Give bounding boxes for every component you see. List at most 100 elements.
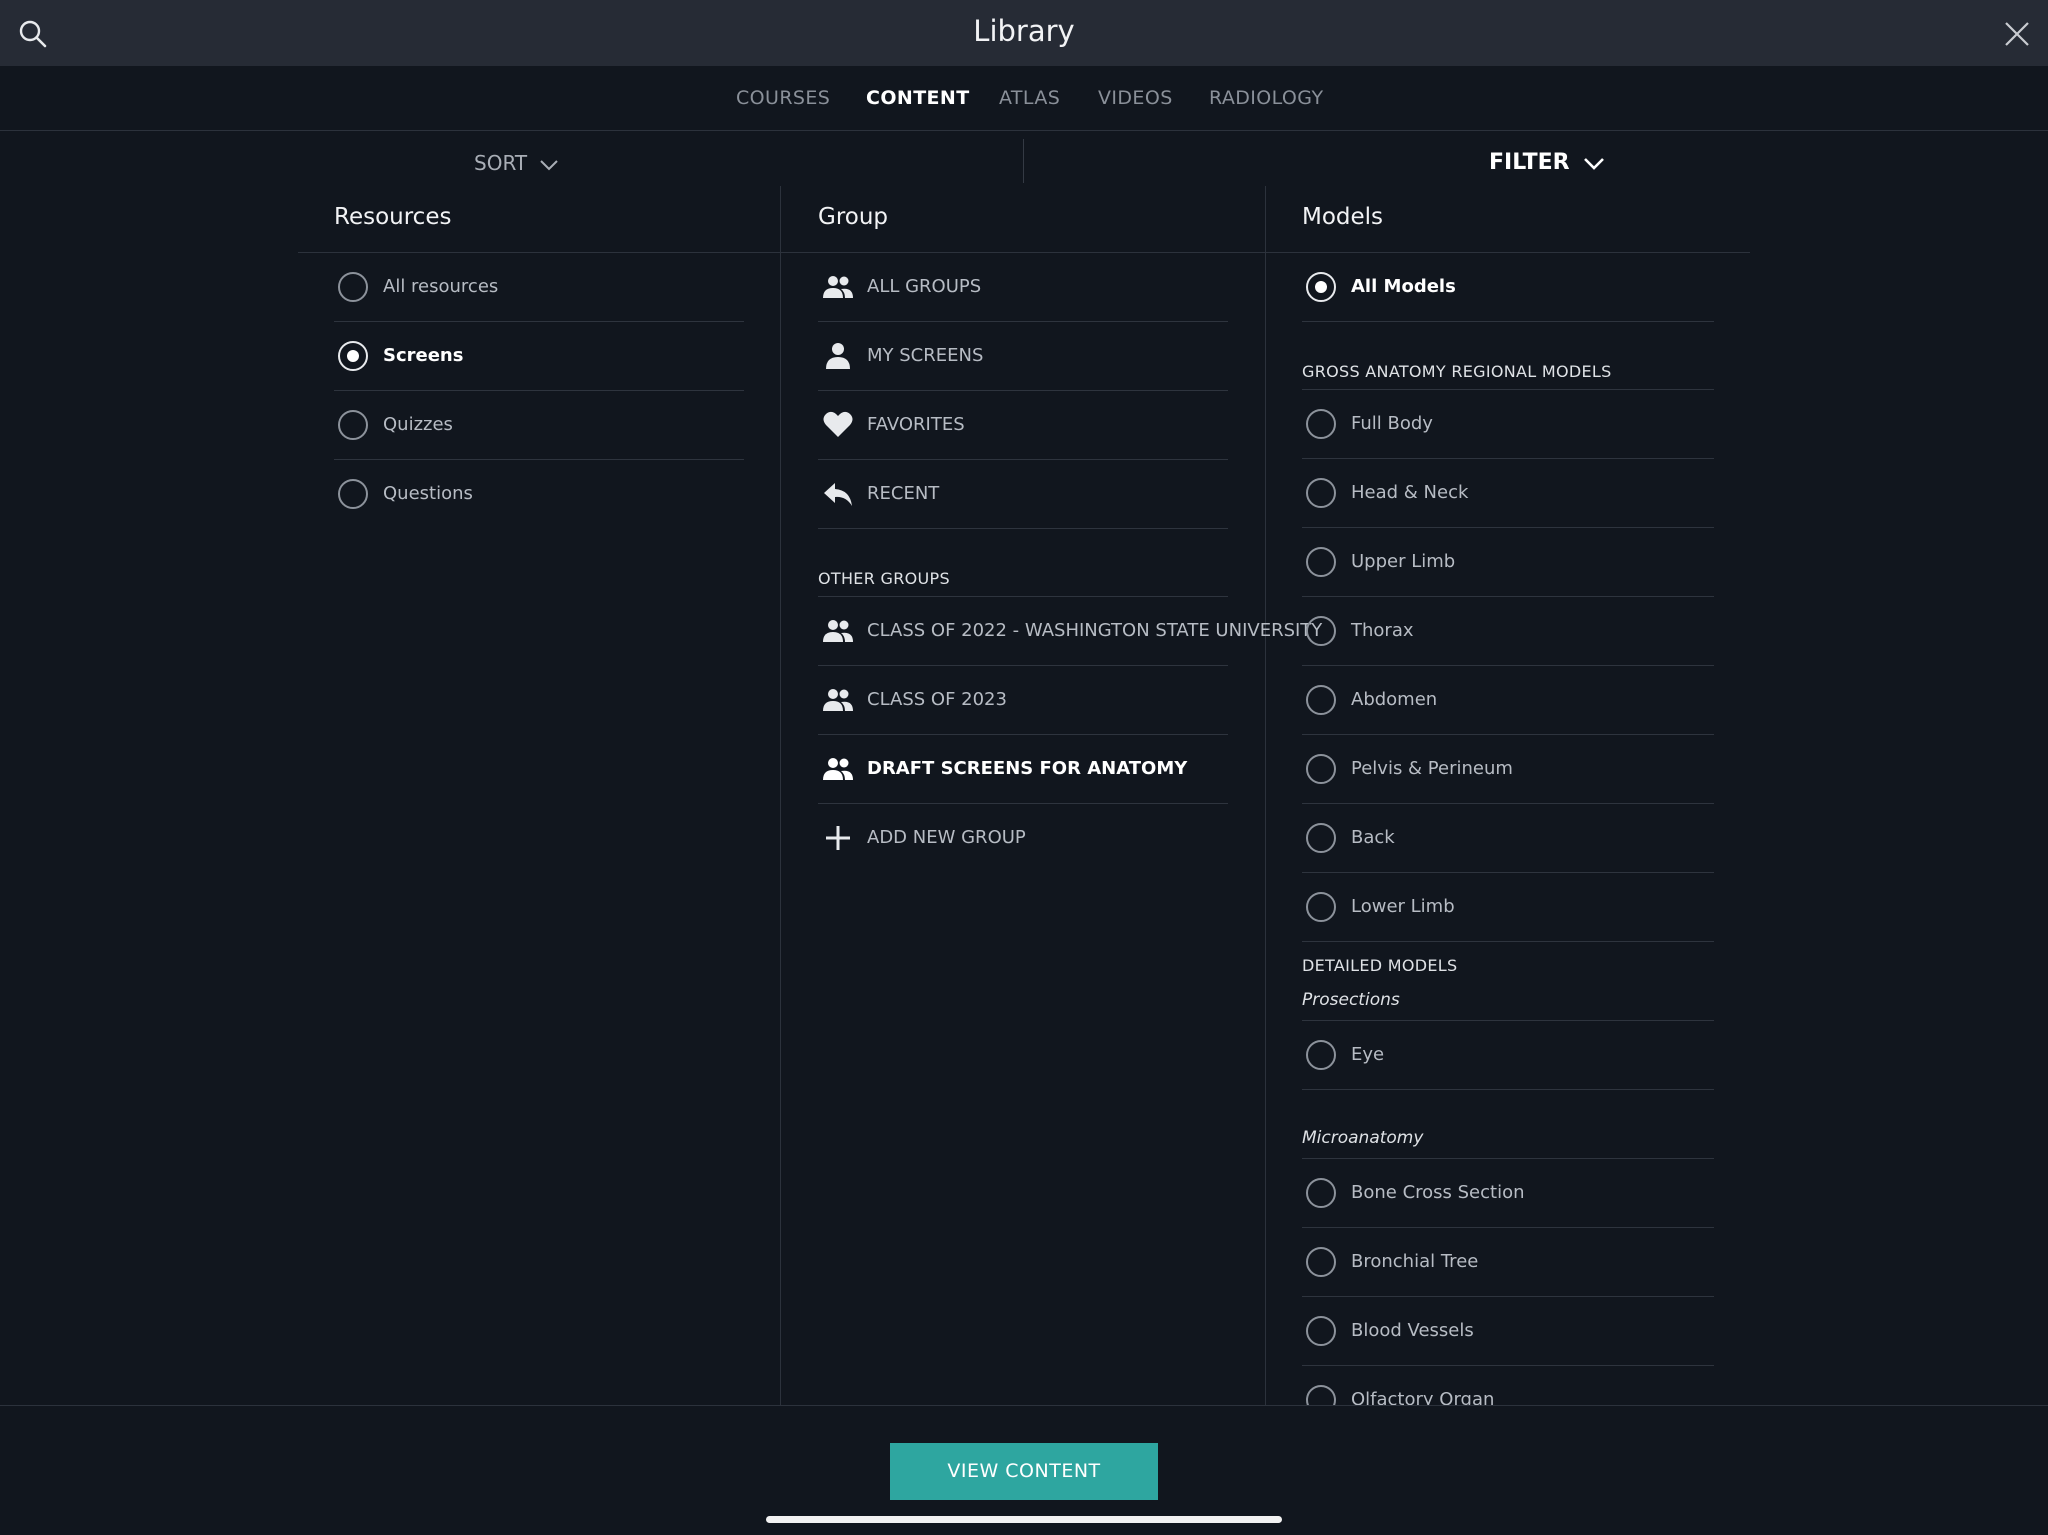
model-option-thorax[interactable]: Thorax xyxy=(1302,597,1714,666)
group-item-favorites[interactable]: FAVORITES xyxy=(818,391,1228,460)
resource-label: Screens xyxy=(383,345,464,366)
radio-button[interactable] xyxy=(1306,409,1336,439)
radio-button[interactable] xyxy=(1306,1178,1336,1208)
radio-button[interactable] xyxy=(1306,892,1336,922)
model-label: Abdomen xyxy=(1351,689,1438,710)
resources-heading: Resources xyxy=(334,204,452,230)
model-option-bone-cross-section[interactable]: Bone Cross Section xyxy=(1302,1159,1714,1228)
group-item-class-2023[interactable]: CLASS OF 2023 xyxy=(818,666,1228,735)
people-icon xyxy=(823,689,853,711)
model-option-olfactory-organ[interactable]: Olfactory Organ xyxy=(1302,1366,1714,1405)
radio-button[interactable] xyxy=(1306,685,1336,715)
model-label: Pelvis & Perineum xyxy=(1351,758,1513,779)
group-heading: Group xyxy=(818,204,889,230)
model-label: Bone Cross Section xyxy=(1351,1182,1525,1203)
resource-label: All resources xyxy=(383,276,499,297)
gross-anatomy-heading: GROSS ANATOMY REGIONAL MODELS xyxy=(1302,362,1612,381)
radio-button[interactable] xyxy=(1306,1247,1336,1277)
radio-button[interactable] xyxy=(1306,478,1336,508)
model-option-head-neck[interactable]: Head & Neck xyxy=(1302,459,1714,528)
model-option-lower-limb[interactable]: Lower Limb xyxy=(1302,873,1714,942)
resource-option-questions[interactable]: Questions xyxy=(334,460,744,529)
microanatomy-heading: Microanatomy xyxy=(1302,1128,1424,1148)
model-label: Full Body xyxy=(1351,413,1433,434)
group-label: RECENT xyxy=(867,483,940,504)
reply-arrow-icon xyxy=(824,483,852,506)
people-icon xyxy=(823,276,853,298)
close-icon[interactable] xyxy=(2002,19,2032,49)
model-option-bronchial-tree[interactable]: Bronchial Tree xyxy=(1302,1228,1714,1297)
model-label: Olfactory Organ xyxy=(1351,1389,1495,1405)
heart-icon xyxy=(823,411,853,437)
group-item-all-groups[interactable]: ALL GROUPS xyxy=(818,253,1228,322)
chevron-down-icon xyxy=(1584,158,1605,170)
radio-button[interactable] xyxy=(1306,754,1336,784)
model-option-abdomen[interactable]: Abdomen xyxy=(1302,666,1714,735)
model-option-pelvis-perineum[interactable]: Pelvis & Perineum xyxy=(1302,735,1714,804)
tab-content[interactable]: CONTENT xyxy=(866,87,970,109)
tab-courses[interactable]: COURSES xyxy=(736,87,830,109)
group-item-draft-screens[interactable]: DRAFT SCREENS FOR ANATOMY xyxy=(818,735,1228,804)
home-indicator xyxy=(766,1516,1282,1523)
model-option-full-body[interactable]: Full Body xyxy=(1302,390,1714,459)
group-label: ALL GROUPS xyxy=(867,276,982,297)
group-item-recent[interactable]: RECENT xyxy=(818,460,1228,529)
group-label: FAVORITES xyxy=(867,414,965,435)
radio-button[interactable] xyxy=(338,272,368,302)
model-label: Thorax xyxy=(1351,620,1414,641)
models-heading: Models xyxy=(1302,204,1384,230)
top-bar: Library xyxy=(0,0,2048,66)
sort-label: SORT xyxy=(474,151,528,175)
group-item-class-2022[interactable]: CLASS OF 2022 - WASHINGTON STATE UNIVERS… xyxy=(818,597,1322,666)
radio-button[interactable] xyxy=(1306,1385,1336,1405)
model-label: All Models xyxy=(1351,276,1456,297)
plus-icon xyxy=(826,826,850,850)
filter-label: FILTER xyxy=(1489,150,1570,175)
model-option-eye[interactable]: Eye xyxy=(1302,1021,1714,1090)
column-divider xyxy=(780,186,781,1406)
tab-videos[interactable]: VIDEOS xyxy=(1098,87,1173,109)
group-item-my-screens[interactable]: MY SCREENS xyxy=(818,322,1228,391)
resource-option-screens[interactable]: Screens xyxy=(334,322,744,391)
model-label: Head & Neck xyxy=(1351,482,1469,503)
model-label: Back xyxy=(1351,827,1395,848)
models-list[interactable]: All Models GROSS ANATOMY REGIONAL MODELS… xyxy=(1270,252,1730,1405)
group-label: MY SCREENS xyxy=(867,345,984,366)
radio-button-selected[interactable] xyxy=(338,341,368,371)
column-divider xyxy=(1265,186,1266,1406)
model-option-back[interactable]: Back xyxy=(1302,804,1714,873)
radio-button[interactable] xyxy=(338,479,368,509)
tab-bar: COURSES CONTENT ATLAS VIDEOS RADIOLOGY xyxy=(0,66,2048,131)
divider xyxy=(1302,941,1714,942)
divider xyxy=(818,528,1228,529)
radio-button[interactable] xyxy=(338,410,368,440)
bottom-bar: VIEW CONTENT xyxy=(0,1405,2048,1535)
filter-button[interactable]: FILTER xyxy=(1489,150,1605,175)
sort-button[interactable]: SORT xyxy=(474,151,559,175)
add-new-group-button[interactable]: ADD NEW GROUP xyxy=(818,804,1228,873)
group-label: ADD NEW GROUP xyxy=(867,827,1026,848)
page-title: Library xyxy=(973,14,1075,48)
radio-button[interactable] xyxy=(1306,547,1336,577)
radio-button[interactable] xyxy=(1306,823,1336,853)
resource-option-all[interactable]: All resources xyxy=(334,253,744,322)
model-label: Blood Vessels xyxy=(1351,1320,1474,1341)
sort-filter-bar: SORT FILTER xyxy=(0,131,2048,186)
radio-button[interactable] xyxy=(1306,616,1336,646)
model-option-blood-vessels[interactable]: Blood Vessels xyxy=(1302,1297,1714,1366)
detailed-models-heading: DETAILED MODELS xyxy=(1302,956,1458,975)
divider xyxy=(1302,1089,1714,1090)
toolbar-divider xyxy=(1023,139,1024,183)
person-icon xyxy=(826,343,850,369)
tab-radiology[interactable]: RADIOLOGY xyxy=(1209,87,1323,109)
model-option-upper-limb[interactable]: Upper Limb xyxy=(1302,528,1714,597)
chevron-down-icon xyxy=(540,159,559,170)
model-label: Eye xyxy=(1351,1044,1385,1065)
view-content-button[interactable]: VIEW CONTENT xyxy=(890,1443,1158,1500)
tab-atlas[interactable]: ATLAS xyxy=(999,87,1060,109)
resource-option-quizzes[interactable]: Quizzes xyxy=(334,391,744,460)
radio-button[interactable] xyxy=(1306,1316,1336,1346)
radio-button-selected[interactable] xyxy=(1306,272,1336,302)
model-option-all[interactable]: All Models xyxy=(1302,253,1714,322)
radio-button[interactable] xyxy=(1306,1040,1336,1070)
